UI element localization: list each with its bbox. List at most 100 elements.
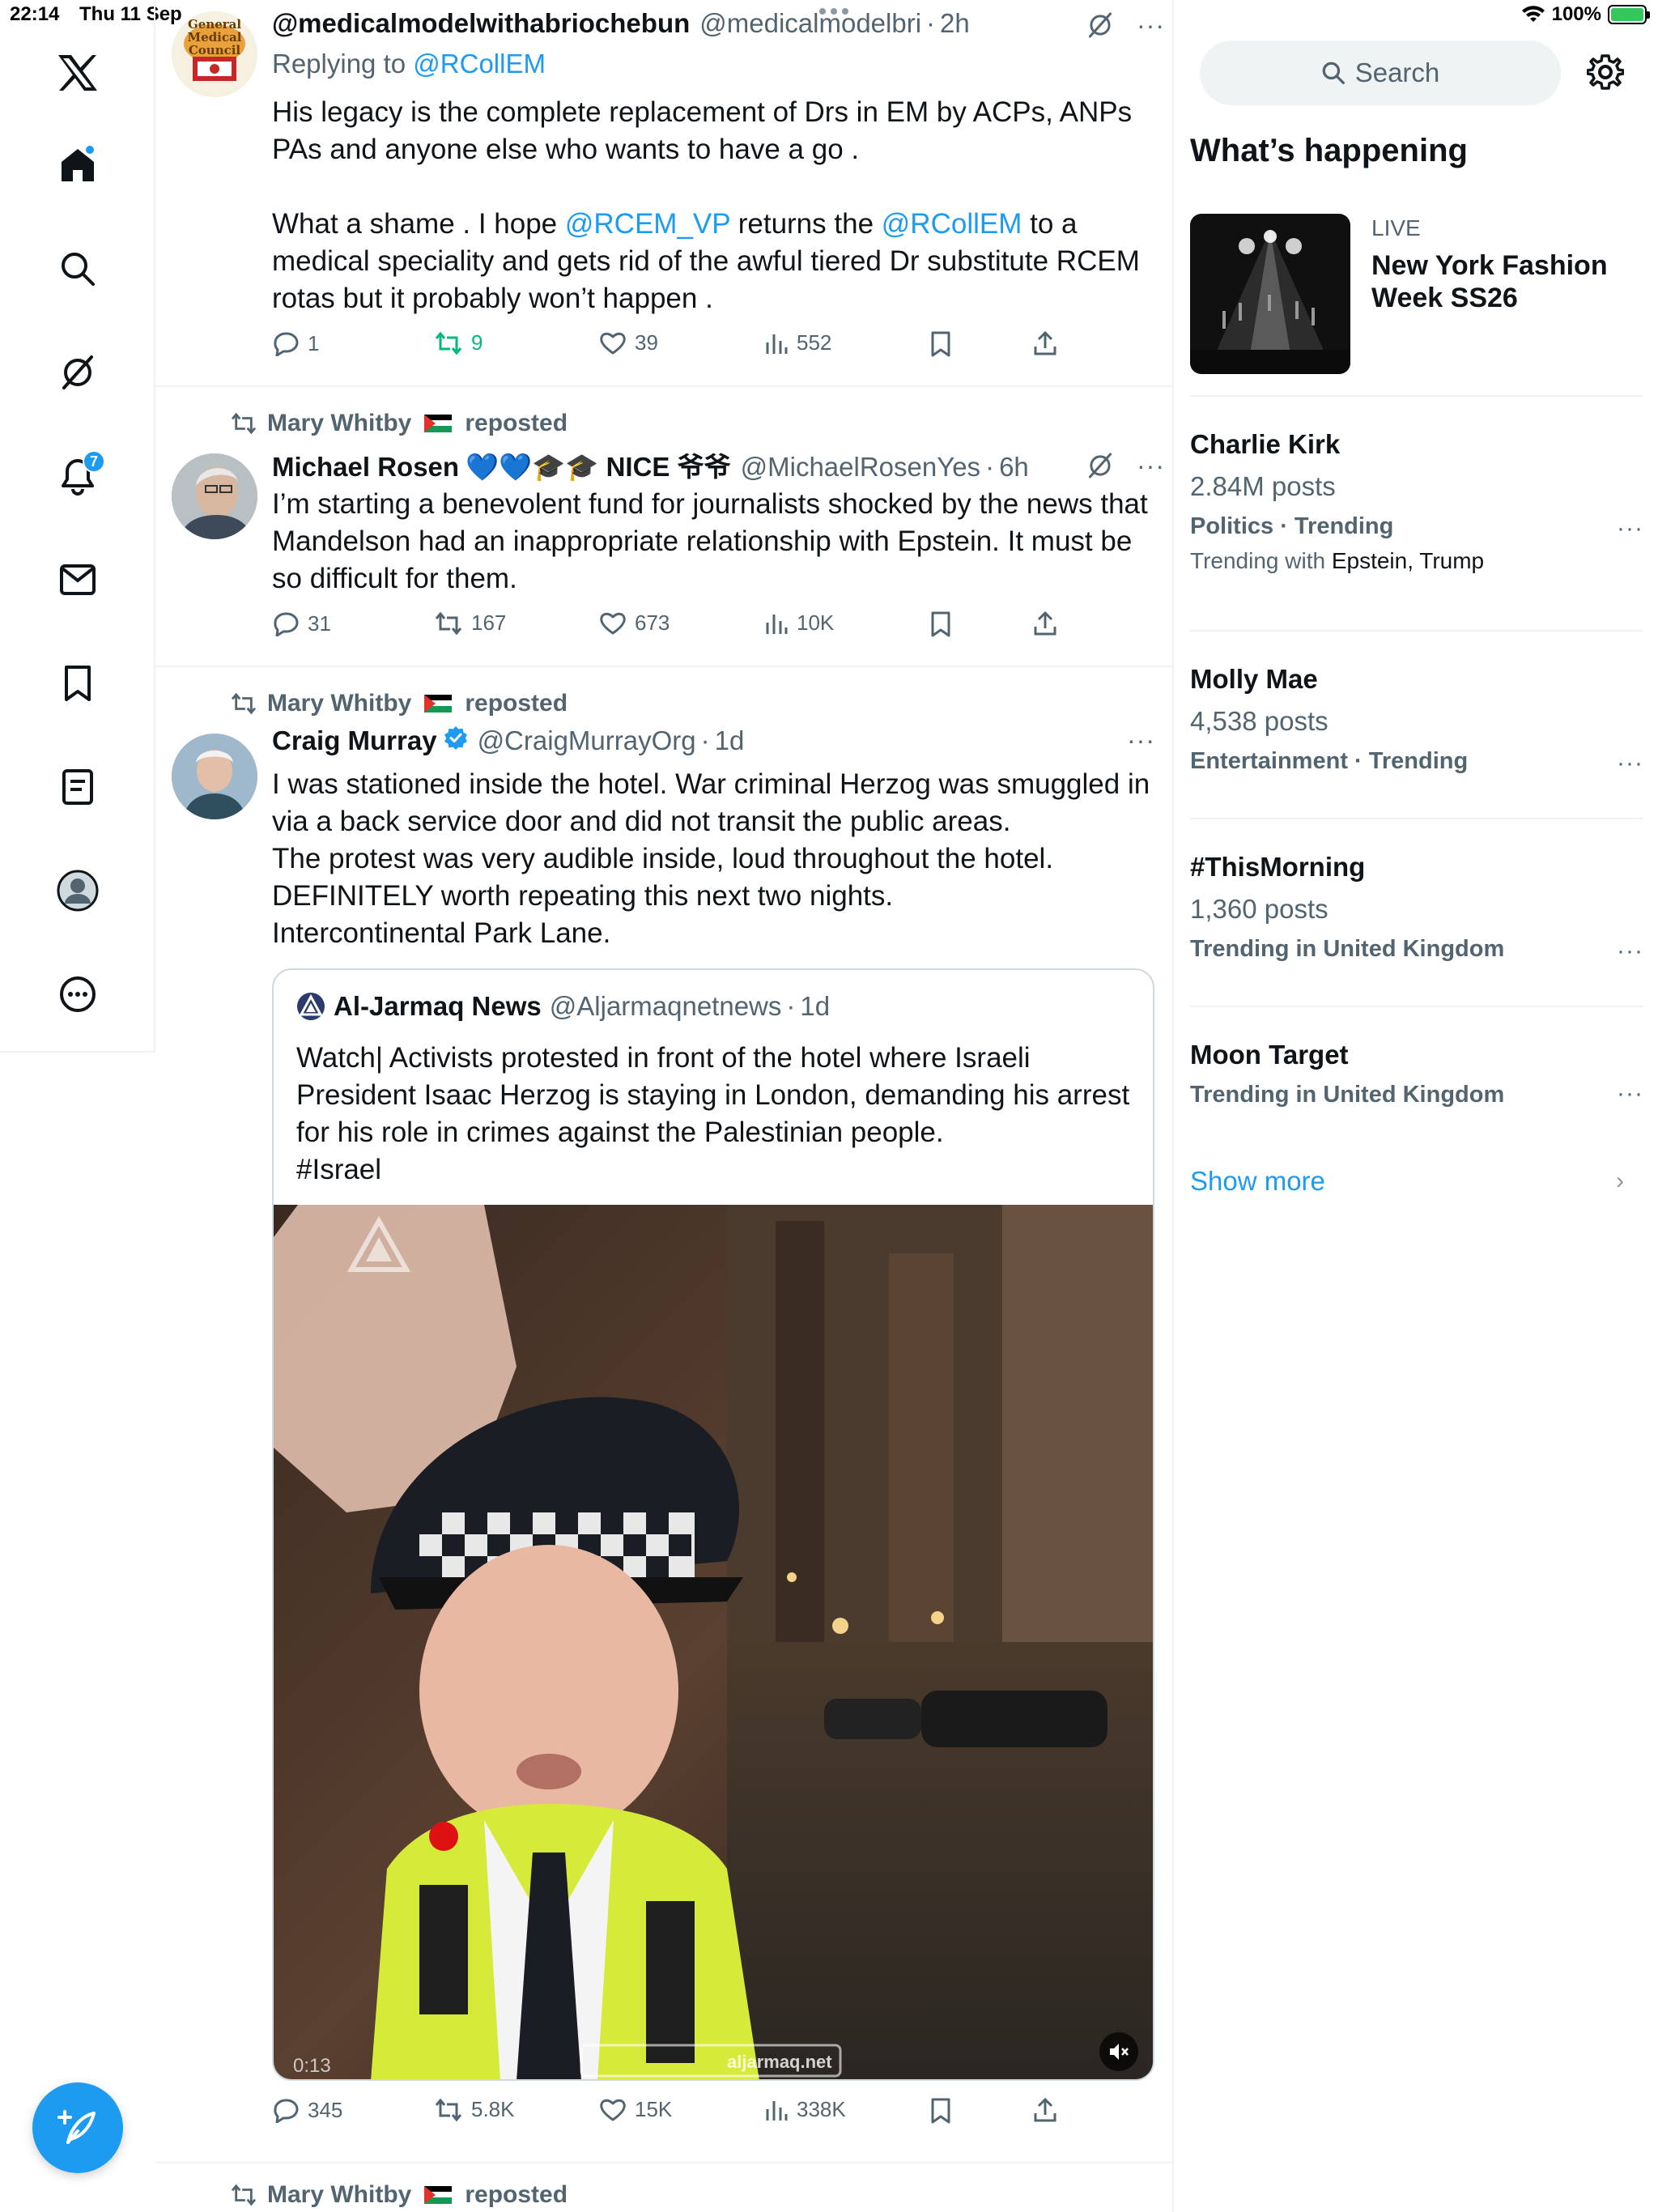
grok-icon[interactable] (1086, 452, 1114, 479)
profile-icon[interactable] (45, 858, 110, 923)
bookmark-button[interactable] (929, 2097, 952, 2125)
search-input[interactable]: Search (1200, 40, 1561, 105)
trend-name: Molly Mae (1190, 664, 1318, 694)
compose-button[interactable] (32, 2082, 123, 2173)
home-icon[interactable] (45, 133, 110, 198)
trend-name: #ThisMorning (1190, 852, 1366, 882)
reply-button[interactable]: 345 (272, 2097, 342, 2123)
more-icon[interactable] (45, 962, 110, 1027)
more-icon[interactable]: ··· (1617, 515, 1643, 542)
mention-link[interactable]: @RCEM_VP (565, 208, 730, 240)
author-handle[interactable]: @CraigMurrayOrg (478, 725, 696, 756)
like-button[interactable]: 673 (599, 610, 670, 636)
avatar[interactable]: General Medical Council (172, 11, 257, 97)
share-button[interactable] (1033, 2097, 1057, 2123)
home-unread-dot (84, 144, 96, 155)
trend-item[interactable]: Charlie Kirk 2.84M posts Politics · Tren… (1190, 429, 1643, 574)
avatar[interactable] (172, 734, 257, 819)
author-name[interactable]: Michael Rosen (272, 452, 459, 483)
like-count: 39 (635, 330, 658, 355)
more-icon[interactable]: ··· (1127, 727, 1155, 753)
mention-link[interactable]: @RCollEM (413, 49, 546, 79)
author-name[interactable]: Craig Murray (272, 725, 437, 756)
more-icon[interactable]: ··· (1137, 12, 1165, 38)
grok-icon[interactable] (1086, 11, 1114, 39)
search-icon[interactable] (45, 236, 110, 301)
mute-icon (1110, 2044, 1129, 2060)
repost-count: 5.8K (471, 2097, 515, 2121)
views-button[interactable]: 10K (764, 610, 834, 636)
bell-icon[interactable]: 7 (45, 444, 110, 508)
views-button[interactable]: 552 (764, 330, 831, 355)
reply-button[interactable]: 1 (272, 330, 319, 356)
views-count: 552 (797, 330, 832, 355)
lists-icon[interactable] (45, 755, 110, 819)
repost-icon (435, 2098, 462, 2121)
gear-icon[interactable] (1587, 53, 1624, 91)
mention-link[interactable]: @RCollEM (882, 208, 1022, 240)
x-logo-icon[interactable] (45, 40, 110, 105)
more-icon[interactable]: ··· (1617, 1080, 1643, 1108)
more-icon[interactable]: ··· (1617, 750, 1643, 777)
quote-time[interactable]: 1d (800, 991, 830, 1022)
reply-button[interactable]: 31 (272, 610, 331, 636)
repost-button[interactable]: 167 (434, 610, 506, 636)
quote-header: Al-Jarmaq News @Aljarmaqnetnews · 1d (296, 991, 830, 1022)
bookmark-button[interactable] (929, 330, 952, 358)
share-button[interactable] (1033, 330, 1057, 356)
mute-button[interactable] (1099, 2032, 1138, 2071)
repost-attribution: Mary Whitby reposted (230, 2181, 568, 2209)
reply-count: 345 (308, 2097, 343, 2122)
avatar[interactable] (172, 453, 257, 539)
more-icon[interactable]: ··· (1137, 453, 1165, 479)
share-button[interactable] (1033, 610, 1057, 636)
tweet-text: His legacy is the complete replacement o… (272, 96, 1140, 314)
video-frame (274, 1205, 1153, 2079)
trend-item[interactable]: Molly Mae 4,538 posts Entertainment · Tr… (1190, 664, 1643, 777)
share-icon (1034, 330, 1056, 355)
quote-text: Watch| Activists protested in front of t… (296, 1042, 1130, 1185)
bookmark-button[interactable] (929, 610, 952, 638)
search-icon (1322, 62, 1345, 85)
author-handle[interactable]: @medicalmodelbri (699, 8, 921, 39)
views-icon (766, 334, 788, 354)
like-icon (600, 2099, 626, 2121)
reposter-name[interactable]: Mary Whitby (267, 2181, 411, 2209)
grok-icon[interactable] (45, 340, 110, 405)
quoted-tweet[interactable]: Al-Jarmaq News @Aljarmaqnetnews · 1d Wat… (272, 968, 1154, 2081)
reposter-name[interactable]: Mary Whitby (267, 690, 411, 717)
tweet-time[interactable]: 6h (999, 452, 1029, 483)
show-more-link[interactable]: Show more (1190, 1166, 1325, 1197)
reposter-name[interactable]: Mary Whitby (267, 410, 411, 437)
compose-icon (57, 2107, 99, 2149)
trend-item[interactable]: #ThisMorning 1,360 posts Trending in Uni… (1190, 852, 1643, 965)
quote-author-handle[interactable]: @Aljarmaqnetnews (550, 991, 782, 1022)
mail-icon[interactable] (45, 547, 110, 612)
views-icon (766, 614, 788, 634)
quote-author-name[interactable]: Al-Jarmaq News (334, 991, 542, 1022)
views-count: 338K (797, 2097, 846, 2121)
tweet-time[interactable]: 2h (940, 8, 970, 39)
author-name[interactable]: @medicalmodelwithabriochebun (272, 8, 690, 39)
video-player[interactable]: aljarmaq.net 0:13 (274, 1205, 1153, 2079)
like-button[interactable]: 39 (599, 330, 658, 355)
bookmark-icon (931, 331, 950, 357)
timeline: General Medical Council @medicalmodelwit… (155, 0, 1174, 2212)
more-icon[interactable]: ··· (1617, 938, 1643, 965)
repost-button[interactable]: 9 (434, 330, 483, 355)
tweet-time[interactable]: 1d (715, 725, 745, 756)
repost-button[interactable]: 5.8K (434, 2097, 515, 2122)
tweet-text: I’m starting a benevolent fund for journ… (272, 488, 1148, 594)
trend-category: Politics · Trending (1190, 513, 1394, 539)
palestine-flag-icon (424, 695, 453, 713)
trend-category: Trending in United Kingdom (1190, 1082, 1505, 1108)
author-handle[interactable]: @MichaelRosenYes (741, 452, 980, 483)
bookmark-icon[interactable] (45, 651, 110, 716)
views-button[interactable]: 338K (764, 2097, 846, 2122)
live-event-image[interactable] (1190, 214, 1350, 374)
like-button[interactable]: 15K (599, 2097, 672, 2122)
tweet-divider (155, 666, 1172, 667)
live-event-title[interactable]: New York Fashion Week SS26 (1371, 249, 1639, 314)
trend-item[interactable]: Moon Target Trending in United Kingdom ·… (1190, 1040, 1643, 1108)
quote-avatar[interactable] (296, 992, 325, 1021)
